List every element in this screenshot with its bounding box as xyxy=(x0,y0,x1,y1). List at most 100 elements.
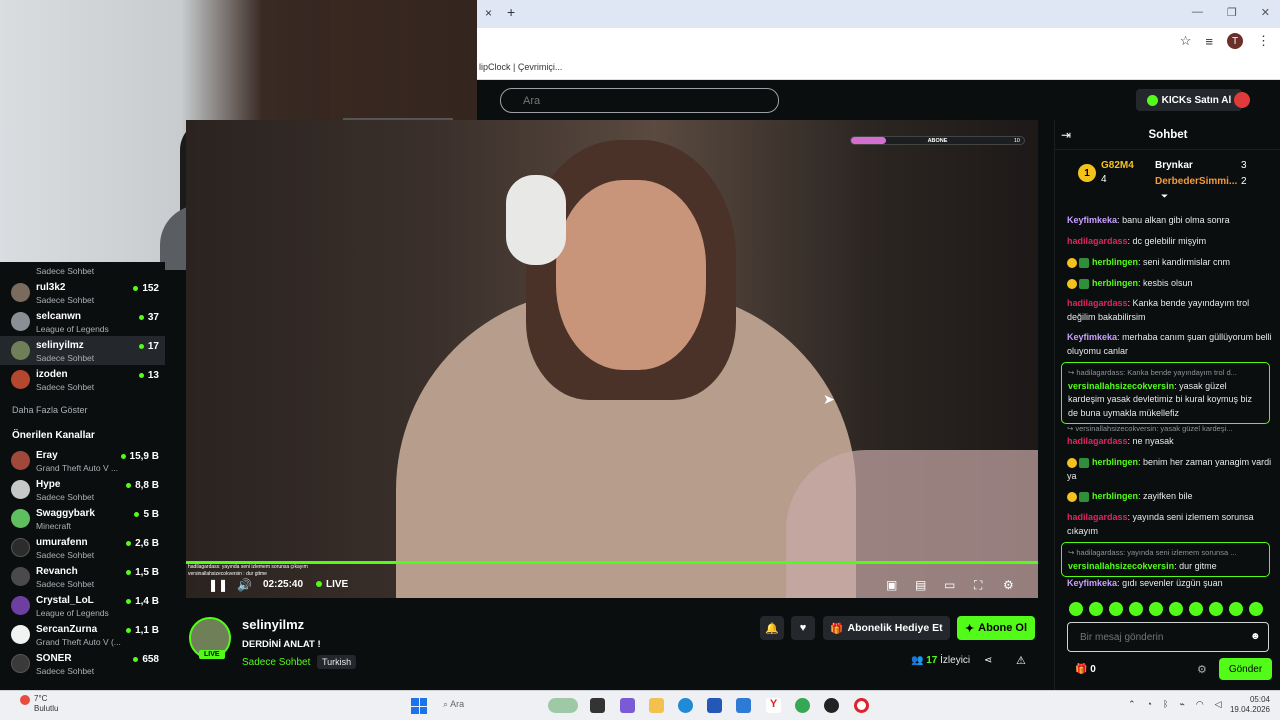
reply-reference[interactable]: ↪ versinallahsizecokversin: yasak güzel … xyxy=(1067,424,1273,433)
expand-leaderboard-icon[interactable]: ⏷ xyxy=(1161,191,1168,202)
wifi-icon[interactable]: ◠ xyxy=(1196,699,1204,710)
reply-reference[interactable]: ↪ hadilagardass: yayında seni izlemem so… xyxy=(1068,546,1263,560)
sidebar-channel-sercanzurna[interactable]: SercanZurna Grand Theft Auto V (... 1,1 … xyxy=(0,620,165,649)
gift-sub-button[interactable]: 🎁 Abonelik Hediye Et xyxy=(823,616,950,640)
chat-username[interactable]: hadilagardass xyxy=(1067,298,1128,308)
video-player[interactable]: ABONE 10 ➤ hadilagardass: yayında seni i… xyxy=(186,120,1038,598)
emoji-picker-icon[interactable]: ☻ xyxy=(1250,631,1261,642)
sidebar-channel-hype[interactable]: Hype Sadece Sohbet 8,8 B xyxy=(0,475,165,504)
bluetooth-icon[interactable]: ᛒ xyxy=(1163,699,1168,710)
windows-start-icon[interactable] xyxy=(411,698,427,714)
theater-mode-icon[interactable]: ▭ xyxy=(944,578,955,592)
chat-username[interactable]: Keyfimkeka xyxy=(1067,332,1117,342)
video-progress-bar[interactable] xyxy=(186,561,1038,564)
weather-widget[interactable]: 7°C Bulutlu xyxy=(34,694,58,714)
app-icon[interactable] xyxy=(620,698,635,713)
task-view-icon[interactable] xyxy=(590,698,605,713)
notification-bell-button[interactable]: 🔔 xyxy=(760,616,784,640)
share-icon[interactable]: ⋖ xyxy=(984,655,992,666)
taskbar-widget-icon[interactable] xyxy=(548,698,578,713)
network-icon[interactable]: ◔ xyxy=(1147,699,1152,710)
opera-icon[interactable] xyxy=(854,698,869,713)
taskbar-clock[interactable]: 05:04 19.04.2026 xyxy=(1230,695,1270,715)
emote-icon[interactable] xyxy=(1109,602,1123,616)
emote-icon[interactable] xyxy=(1189,602,1203,616)
search-input[interactable] xyxy=(500,88,779,113)
sidebar-channel-soner[interactable]: SONER Sadece Sohbet 658 xyxy=(0,649,165,678)
pause-icon[interactable]: ❚❚ xyxy=(208,578,228,592)
user-avatar[interactable] xyxy=(1234,92,1250,108)
taskbar-search[interactable]: ⌕ Ara xyxy=(443,699,464,710)
fullscreen-icon[interactable]: ⛶ xyxy=(974,578,982,593)
send-button[interactable]: Gönder xyxy=(1219,658,1272,680)
emote-icon[interactable] xyxy=(1149,602,1163,616)
chat-text: dc gelebilir mişyim xyxy=(1132,236,1207,246)
streamer-name[interactable]: selinyilmz xyxy=(242,617,304,632)
kicks-gift-icon[interactable]: 🎁 xyxy=(1075,664,1087,675)
address-bar[interactable]: ☆ ≡ T ⋮ xyxy=(477,28,1280,56)
sidebar-channel-rul3k2[interactable]: rul3k2 Sadece Sohbet 152 xyxy=(0,278,165,307)
playlist-icon[interactable]: ≡ xyxy=(1205,34,1213,49)
yandex-icon[interactable]: Y xyxy=(766,698,781,713)
clip-icon[interactable]: ▤ xyxy=(915,578,926,592)
new-tab-button[interactable]: + xyxy=(507,4,515,20)
follow-heart-button[interactable]: ♥ xyxy=(791,616,815,640)
profile-icon[interactable]: T xyxy=(1227,33,1243,49)
emote-icon[interactable] xyxy=(1089,602,1103,616)
emote-icon[interactable] xyxy=(1129,602,1143,616)
emote-icon[interactable] xyxy=(1069,602,1083,616)
chat-username[interactable]: herblingen xyxy=(1092,278,1138,288)
chat-username[interactable]: herblingen xyxy=(1092,457,1138,467)
miniplayer-icon[interactable]: ▣ xyxy=(886,578,897,592)
store-icon[interactable] xyxy=(707,698,722,713)
subscribe-button[interactable]: ✦ Abone Ol xyxy=(957,616,1035,640)
chat-username[interactable]: hadilagardass xyxy=(1067,236,1128,246)
reply-reference[interactable]: ↪ hadilagardass: Kanka bende yayındayım … xyxy=(1068,366,1263,380)
sidebar-channel-selcanwn[interactable]: selcanwn League of Legends 37 xyxy=(0,307,165,336)
emote-icon[interactable] xyxy=(1249,602,1263,616)
chat-settings-gear-icon[interactable]: ⚙ xyxy=(1197,663,1207,676)
show-more-link[interactable]: Daha Fazla Göster xyxy=(12,405,88,415)
chat-username[interactable]: hadilagardass xyxy=(1067,436,1128,446)
obs-icon[interactable] xyxy=(824,698,839,713)
sidebar-channel-eray[interactable]: Eray Grand Theft Auto V ... 15,9 B xyxy=(0,446,165,475)
volume-icon[interactable]: 🔊 xyxy=(237,578,252,592)
menu-dots-icon[interactable]: ⋮ xyxy=(1257,33,1270,49)
chat-username[interactable]: Keyfimkeka xyxy=(1067,215,1117,225)
language-tag[interactable]: Turkish xyxy=(317,655,357,669)
chat-username[interactable]: herblingen xyxy=(1092,257,1138,267)
chrome-icon[interactable] xyxy=(795,698,810,713)
chat-message-input[interactable] xyxy=(1067,622,1269,652)
bookmark-item[interactable]: lipClock | Çevrimiçi... xyxy=(479,62,562,72)
close-window-button[interactable]: ✕ xyxy=(1261,6,1270,19)
file-explorer-icon[interactable] xyxy=(649,698,664,713)
emote-icon[interactable] xyxy=(1169,602,1183,616)
stream-category[interactable]: Sadece Sohbet xyxy=(242,657,310,668)
buy-kicks-button[interactable]: KICKs Satın Al xyxy=(1136,89,1242,111)
sidebar-channel-umurafenn[interactable]: umurafenn Sadece Sohbet 2,6 B xyxy=(0,533,165,562)
sidebar-channel-revanch[interactable]: Revanch Sadece Sohbet 1,5 B xyxy=(0,562,165,591)
sidebar-channel-swaggybark[interactable]: Swaggybark Minecraft 5 B xyxy=(0,504,165,533)
settings-gear-icon[interactable]: ⚙ xyxy=(1003,578,1014,592)
edge-browser-icon[interactable] xyxy=(678,698,693,713)
chat-username[interactable]: herblingen xyxy=(1092,491,1138,501)
chat-username[interactable]: versinallahsizecokversin xyxy=(1068,561,1174,571)
sidebar-channel-selinyilmz[interactable]: selinyilmz Sadece Sohbet 17 xyxy=(0,336,165,365)
chat-username[interactable]: hadilagardass xyxy=(1067,512,1128,522)
minimize-button[interactable]: — xyxy=(1192,6,1203,19)
report-warning-icon[interactable]: ⚠ xyxy=(1016,654,1026,667)
weather-icon[interactable] xyxy=(20,695,30,705)
chat-username[interactable]: versinallahsizecokversin xyxy=(1068,381,1174,391)
sidebar-channel-crystal-lol[interactable]: Crystal_LoL League of Legends 1,4 B xyxy=(0,591,165,620)
emote-icon[interactable] xyxy=(1229,602,1243,616)
mail-icon[interactable] xyxy=(736,698,751,713)
emote-icon[interactable] xyxy=(1209,602,1223,616)
sidebar-channel-izoden[interactable]: izoden Sadece Sohbet 13 xyxy=(0,365,165,394)
chat-username[interactable]: Keyfimkeka xyxy=(1067,578,1117,588)
tab-close-button[interactable]: × xyxy=(485,6,492,20)
maximize-button[interactable]: ❐ xyxy=(1227,6,1237,19)
usb-icon[interactable]: ⌁ xyxy=(1179,699,1184,710)
speaker-icon[interactable]: ◁ xyxy=(1215,699,1222,710)
star-icon[interactable]: ☆ xyxy=(1180,33,1192,49)
chevron-up-icon[interactable]: ⌃ xyxy=(1128,699,1136,710)
